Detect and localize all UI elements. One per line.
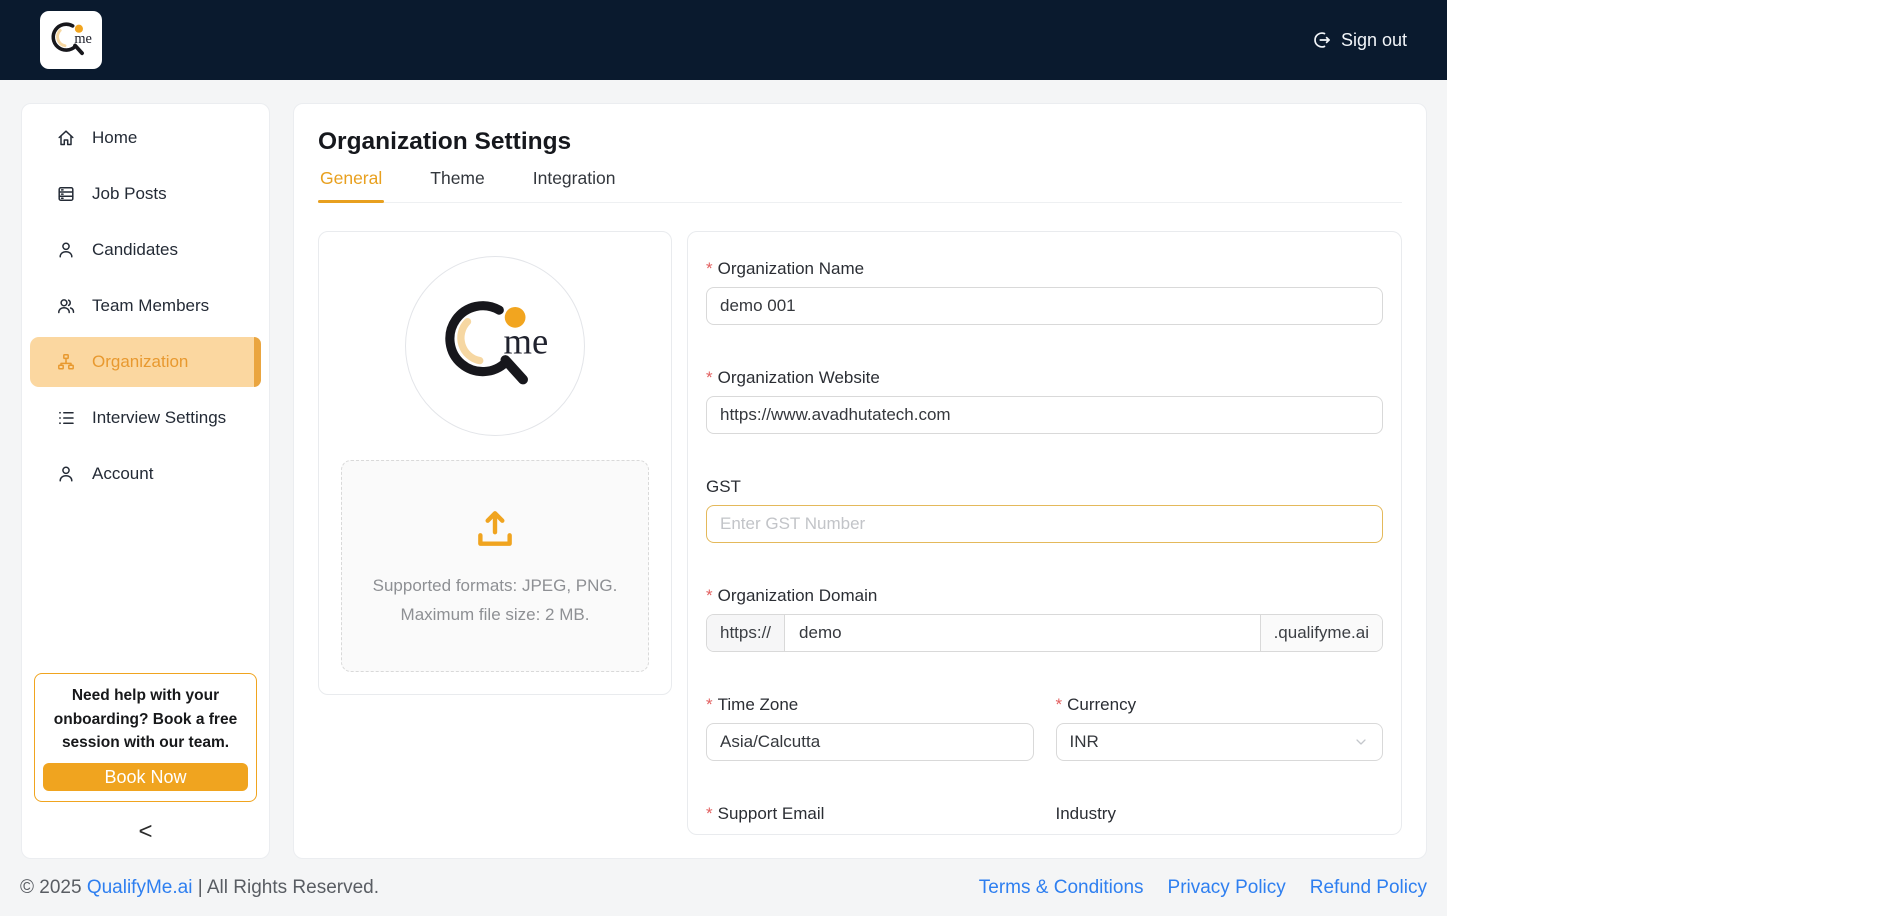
footer-links: Terms & Conditions Privacy Policy Refund… <box>979 877 1427 899</box>
app-window: me Sign out Home Job Posts Candidates Te… <box>0 0 1447 916</box>
support-email-label: Support Email <box>717 804 825 823</box>
sidebar-item-account[interactable]: Account <box>30 449 261 499</box>
field-support-email: * Support Email <box>706 803 1034 832</box>
organization-name-input[interactable] <box>706 287 1383 325</box>
organization-form: *Organization Name *Organization Website… <box>687 231 1402 835</box>
field-gst: GST <box>706 476 1383 543</box>
domain-protocol-addon: https:// <box>707 615 786 651</box>
currency-value: INR <box>1069 732 1099 751</box>
screen: me Sign out Home Job Posts Candidates Te… <box>0 0 1904 916</box>
refund-policy-link[interactable]: Refund Policy <box>1310 877 1427 899</box>
sidebar: Home Job Posts Candidates Team Members O… <box>21 103 270 859</box>
sign-out-button[interactable]: Sign out <box>1312 30 1407 51</box>
logo-upload-card: me Supported formats: JPEG, PNG. Maximum… <box>318 231 672 695</box>
field-industry: Industry <box>1056 803 1384 832</box>
upload-size-line: Maximum file size: 2 MB. <box>400 605 590 624</box>
organization-domain-label: Organization Domain <box>717 586 878 605</box>
organization-domain-group: https:// .qualifyme.ai <box>706 614 1383 652</box>
sidebar-item-label: Team Members <box>92 296 210 315</box>
sidebar-item-team-members[interactable]: Team Members <box>30 281 261 331</box>
upload-hint-text: Supported formats: JPEG, PNG. Maximum fi… <box>373 571 618 629</box>
onboarding-help-card: Need help with your onboarding? Book a f… <box>34 673 257 802</box>
required-mark: * <box>706 804 713 823</box>
settings-tabs: General Theme Integration <box>318 168 1402 203</box>
svg-text:me: me <box>504 320 549 361</box>
field-currency: * Currency INR <box>1055 694 1383 761</box>
sidebar-item-label: Home <box>92 128 138 147</box>
logo-upload-dropzone[interactable]: Supported formats: JPEG, PNG. Maximum fi… <box>341 460 649 672</box>
page-footer: © 2025 QualifyMe.ai | All Rights Reserve… <box>0 859 1447 916</box>
job-posts-icon <box>58 187 74 201</box>
required-mark: * <box>706 586 713 605</box>
sidebar-item-home[interactable]: Home <box>30 113 261 163</box>
chevron-down-icon <box>1356 739 1366 745</box>
onboarding-help-text: Need help with your onboarding? Book a f… <box>53 687 238 751</box>
organization-settings-panel: Organization Settings General Theme Inte… <box>293 103 1427 859</box>
required-mark: * <box>706 368 713 387</box>
domain-suffix-addon: .qualifyme.ai <box>1259 615 1382 651</box>
book-now-button[interactable]: Book Now <box>43 763 248 791</box>
organization-icon <box>58 354 74 370</box>
sign-out-label: Sign out <box>1340 29 1407 50</box>
gst-input[interactable] <box>706 505 1383 543</box>
time-zone-label: Time Zone <box>717 695 799 714</box>
qualifyme-footer-link[interactable]: QualifyMe.ai <box>87 877 193 898</box>
sidebar-item-organization[interactable]: Organization <box>30 337 261 387</box>
page-title: Organization Settings <box>318 128 572 155</box>
brand-logo[interactable]: me <box>40 11 102 69</box>
logout-icon <box>1314 32 1330 48</box>
time-zone-input[interactable] <box>706 723 1034 761</box>
gst-label: GST <box>706 477 741 496</box>
industry-label: Industry <box>1055 804 1116 823</box>
sidebar-item-label: Job Posts <box>92 184 167 203</box>
sidebar-item-label: Organization <box>92 352 189 371</box>
interview-settings-icon <box>59 411 74 425</box>
required-mark: * <box>706 259 713 278</box>
organization-name-label: Organization Name <box>717 259 865 278</box>
account-icon <box>59 466 73 482</box>
terms-conditions-link[interactable]: Terms & Conditions <box>979 877 1144 899</box>
upload-icon <box>478 511 512 546</box>
home-icon <box>58 130 74 146</box>
sidebar-item-interview-settings[interactable]: Interview Settings <box>30 393 261 443</box>
privacy-policy-link[interactable]: Privacy Policy <box>1168 877 1286 899</box>
sidebar-item-candidates[interactable]: Candidates <box>30 225 261 275</box>
currency-select[interactable]: INR <box>1055 723 1383 761</box>
field-organization-website: * Organization Website <box>706 367 1383 434</box>
sidebar-item-label: Candidates <box>92 240 179 259</box>
sidebar-collapse-button[interactable]: < <box>22 820 269 844</box>
tab-general[interactable]: General <box>318 168 385 203</box>
qualifyme-logo-large: me <box>445 301 549 385</box>
currency-label: Currency <box>1067 695 1137 714</box>
field-time-zone: * Time Zone <box>706 694 1034 761</box>
qualifyme-logo-icon: me <box>51 22 92 56</box>
top-navbar: me Sign out <box>0 0 1447 80</box>
field-organization-name: * Organization Name <box>706 258 1383 325</box>
organization-website-label: Organization Website <box>717 368 880 387</box>
organization-website-input[interactable] <box>706 396 1383 434</box>
tab-integration[interactable]: Integration <box>531 168 618 202</box>
sidebar-item-label: Account <box>92 464 154 483</box>
required-mark: * <box>1055 695 1063 714</box>
field-organization-domain: *Organization Domain https:// .qualifyme… <box>706 585 1383 652</box>
copyright-text: © 2025 QualifyMe.ai | All Rights Reserve… <box>20 876 380 898</box>
sidebar-item-job-posts[interactable]: Job Posts <box>30 169 261 219</box>
required-mark: * <box>706 695 713 714</box>
svg-text:me: me <box>74 31 92 47</box>
sidebar-item-label: Interview Settings <box>92 408 227 427</box>
organization-domain-input[interactable] <box>785 615 1260 651</box>
candidate-icon <box>59 242 73 258</box>
team-members-icon <box>58 299 75 314</box>
tab-theme[interactable]: Theme <box>428 168 486 202</box>
upload-formats-line: Supported formats: JPEG, PNG. <box>372 576 618 595</box>
organization-logo-preview: me <box>405 256 585 436</box>
